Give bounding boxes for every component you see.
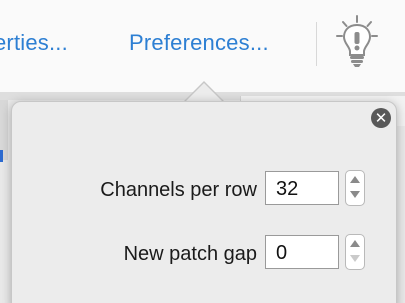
new-patch-gap-value: 0 <box>276 242 288 264</box>
popover-arrow <box>184 83 224 103</box>
stepper-down-button[interactable] <box>346 188 364 205</box>
channels-per-row-field[interactable]: 32 <box>265 171 339 205</box>
lightbulb-icon[interactable] <box>335 14 379 70</box>
toolbar-separator <box>316 22 317 66</box>
preferences-popover: ✕ Channels per row 32 New patch gap 0 <box>11 101 397 303</box>
channels-per-row-label: Channels per row <box>100 179 257 201</box>
new-patch-gap-row: New patch gap 0 <box>12 234 396 272</box>
preferences-link[interactable]: Preferences... <box>129 30 269 56</box>
chevron-up-icon <box>350 240 360 247</box>
chevron-up-icon <box>350 176 360 183</box>
stepper-up-button[interactable] <box>346 171 364 188</box>
toolbar: erties... Preferences... <box>0 0 405 92</box>
chevron-down-icon <box>350 255 360 262</box>
properties-link[interactable]: erties... <box>0 30 68 56</box>
app-window: erties... Preferences... ✕ Channels per … <box>0 0 405 303</box>
chevron-down-icon <box>350 191 360 198</box>
channels-per-row-stepper[interactable] <box>345 170 365 206</box>
new-patch-gap-stepper[interactable] <box>345 234 365 270</box>
stepper-down-button[interactable] <box>346 252 364 269</box>
stepper-up-button[interactable] <box>346 235 364 252</box>
background-selection-mark <box>0 150 3 162</box>
close-icon[interactable]: ✕ <box>371 108 391 128</box>
new-patch-gap-label: New patch gap <box>123 243 257 265</box>
channels-per-row-row: Channels per row 32 <box>12 170 396 208</box>
channels-per-row-value: 32 <box>276 178 299 200</box>
new-patch-gap-field[interactable]: 0 <box>265 235 339 269</box>
